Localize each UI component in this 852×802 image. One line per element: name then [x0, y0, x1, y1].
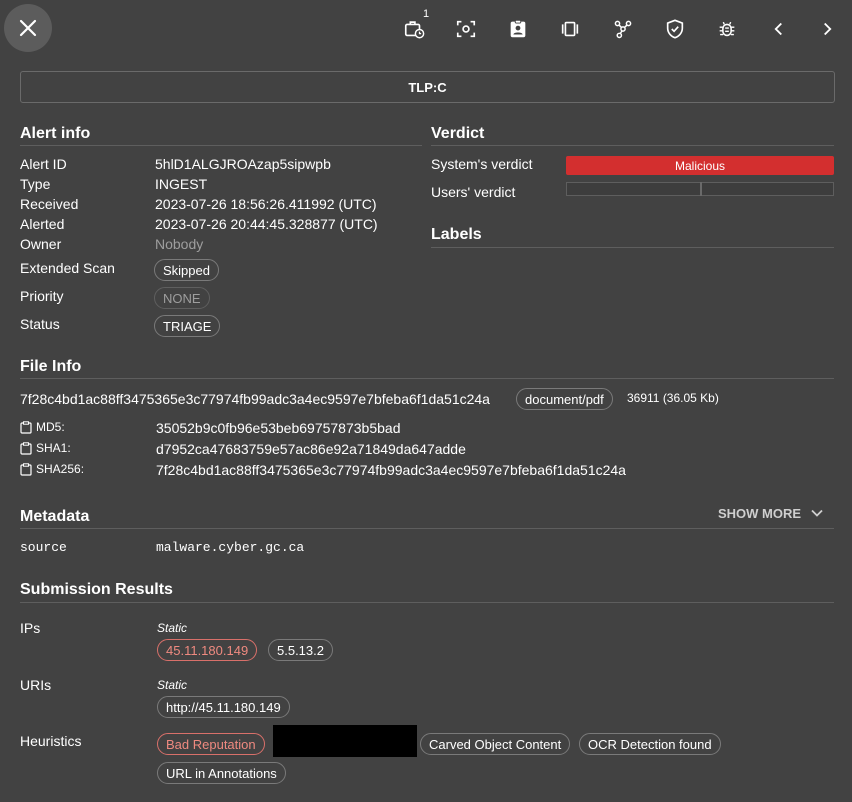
owner-value[interactable]: Nobody: [155, 236, 203, 252]
md5-value[interactable]: 35052b9c0fb96e53beb69757873b5bad: [156, 420, 400, 436]
alert-info-title: Alert info: [20, 125, 91, 142]
priority-chip[interactable]: NONE: [154, 287, 210, 309]
labels-title: Labels: [431, 226, 482, 243]
file-sha256-main[interactable]: 7f28c4bd1ac88ff3475365e3c77974fb99adc3a4…: [20, 391, 490, 407]
graph-icon: [614, 20, 632, 39]
metadata-source-value[interactable]: malware.cyber.gc.ca: [156, 540, 304, 555]
alert-id-label: Alert ID: [20, 156, 67, 172]
file-type-chip: document/pdf: [516, 388, 613, 410]
submission-results-title: Submission Results: [20, 581, 173, 598]
chevron-down-icon: [811, 509, 823, 517]
show-more-button[interactable]: SHOW MORE: [718, 505, 825, 521]
clipboard-icon: [20, 462, 32, 476]
heuristic-chip[interactable]: URL in Annotations: [157, 762, 286, 784]
priority-label: Priority: [20, 288, 64, 304]
sha256-value[interactable]: 7f28c4bd1ac88ff3475365e3c77974fb99adc3a4…: [156, 462, 626, 478]
uri-chip[interactable]: http://45.11.180.149: [157, 696, 290, 718]
owner-label: Owner: [20, 236, 62, 252]
uris-label: URIs: [20, 677, 52, 693]
screenshots-button[interactable]: [453, 16, 479, 42]
system-verdict-label: System's verdict: [431, 156, 533, 172]
verdict-divider: [431, 145, 834, 146]
show-more-label: SHOW MORE: [718, 505, 802, 521]
graph-button[interactable]: [610, 16, 636, 42]
verdict-title: Verdict: [431, 125, 485, 142]
sha1-label: SHA1:: [36, 441, 71, 455]
status-chip[interactable]: TRIAGE: [154, 315, 221, 337]
carousel-button[interactable]: [557, 16, 583, 42]
heuristic-chip[interactable]: Carved Object Content: [420, 733, 571, 755]
chevron-left-icon: [774, 22, 782, 36]
screenshot-icon: [456, 20, 476, 38]
submission-divider: [20, 602, 834, 603]
received-label: Received: [20, 196, 79, 212]
metadata-divider: [20, 528, 834, 529]
file-size: 36911 (36.05 Kb): [627, 391, 719, 405]
file-info-divider: [20, 378, 834, 379]
users-verdict-bar: [566, 182, 834, 196]
briefcase-clock-icon: [404, 21, 425, 39]
bug-icon: [719, 21, 735, 37]
alert-id-value: 5hlD1ALGJROAzap5sipwpb: [155, 156, 331, 172]
ips-label: IPs: [20, 620, 41, 636]
extended-scan-label: Extended Scan: [20, 260, 115, 276]
metadata-title: Metadata: [20, 508, 90, 525]
file-info-title: File Info: [20, 358, 82, 375]
tlp-banner: TLP:C: [20, 71, 835, 103]
next-button[interactable]: [814, 16, 840, 42]
heuristic-chip[interactable]: OCR Detection found: [579, 733, 721, 755]
malicious-button[interactable]: [714, 16, 740, 42]
ip-chip-malicious[interactable]: 45.11.180.149: [157, 639, 258, 661]
redacted-block: [273, 725, 417, 757]
type-label: Type: [20, 176, 51, 192]
clipboard-icon: [20, 441, 32, 455]
received-value: 2023-07-26 18:56:26.411992 (UTC): [155, 196, 377, 212]
ingest-count-badge: 1: [423, 8, 430, 20]
users-verdict-label: Users' verdict: [431, 184, 516, 200]
close-button[interactable]: [4, 4, 52, 52]
alerted-value: 2023-07-26 20:44:45.328877 (UTC): [155, 216, 378, 232]
uris-group-label: Static: [157, 678, 188, 692]
sha256-label: SHA256:: [36, 462, 85, 476]
metadata-source-label: source: [20, 540, 67, 555]
clipboard-account-icon: [510, 19, 526, 38]
sha1-value[interactable]: d7952ca47683759e57ac86e92a71849da647adde: [156, 441, 466, 457]
verdict-button[interactable]: [662, 16, 688, 42]
heuristics-label: Heuristics: [20, 733, 82, 749]
previous-button[interactable]: [766, 16, 792, 42]
extended-scan-chip: Skipped: [154, 259, 219, 281]
alerted-label: Alerted: [20, 216, 65, 232]
assign-button[interactable]: [505, 16, 531, 42]
clipboard-icon: [20, 420, 32, 434]
heuristic-chip-malicious[interactable]: Bad Reputation: [157, 733, 265, 755]
ip-chip[interactable]: 5.5.13.2: [268, 639, 333, 661]
alert-info-divider: [20, 145, 422, 146]
shield-check-icon: [666, 19, 684, 39]
carousel-icon: [561, 21, 579, 37]
status-label: Status: [20, 316, 60, 332]
system-verdict-bar: Malicious: [566, 156, 834, 175]
sha1-row-label[interactable]: SHA1:: [20, 441, 71, 455]
md5-label: MD5:: [36, 420, 65, 434]
ips-group-label: Static: [157, 621, 188, 635]
labels-divider: [431, 247, 834, 248]
type-value: INGEST: [155, 176, 208, 192]
md5-row-label[interactable]: MD5:: [20, 420, 65, 434]
close-icon: [19, 19, 37, 37]
chevron-right-icon: [824, 22, 832, 36]
sha256-row-label[interactable]: SHA256:: [20, 462, 84, 476]
